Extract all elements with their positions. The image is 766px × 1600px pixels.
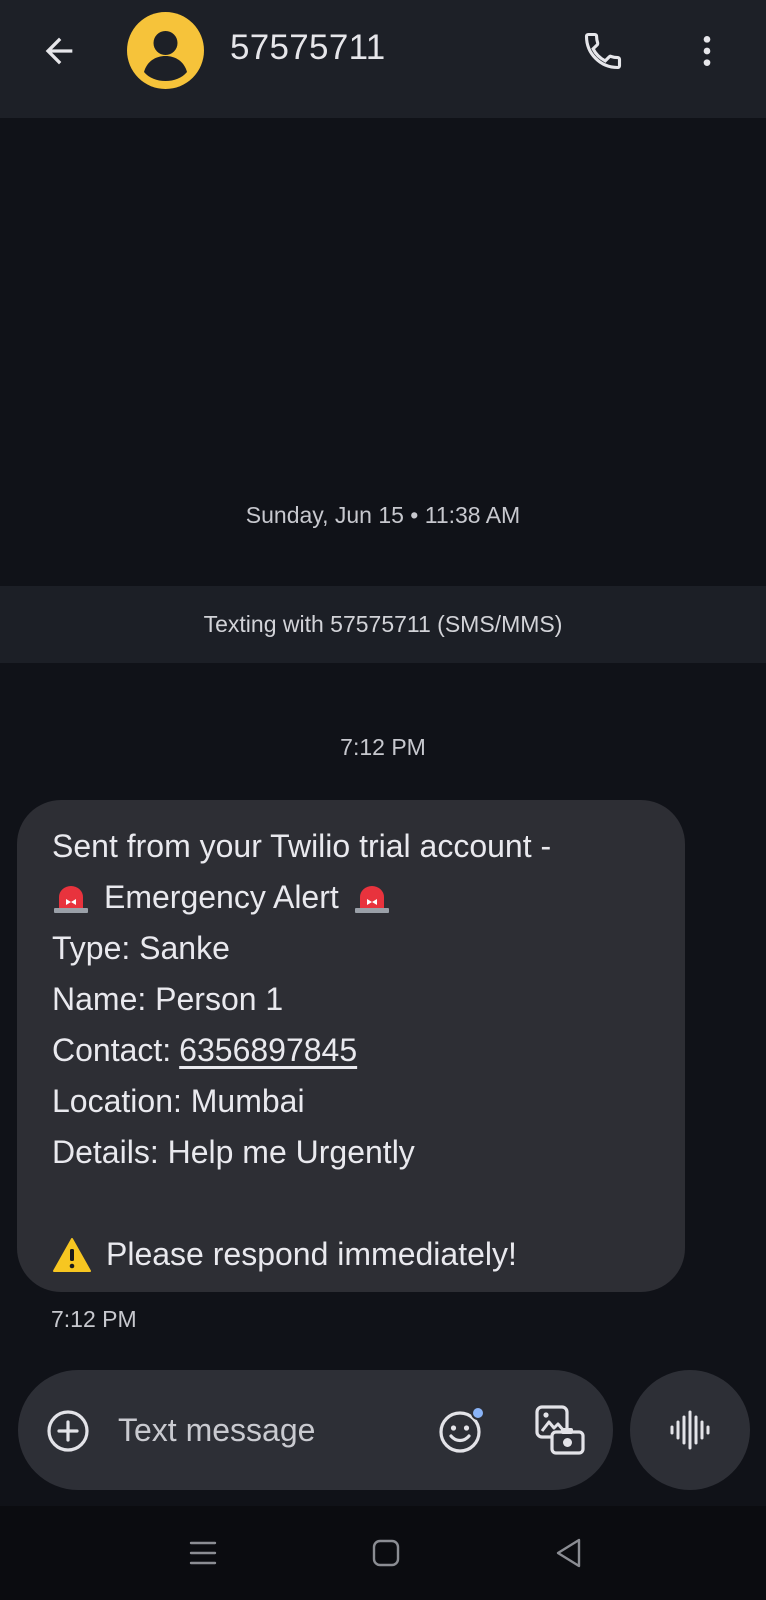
home-icon	[372, 1539, 400, 1567]
emoji-icon	[439, 1406, 485, 1453]
phone-number-link[interactable]: 6356897845	[179, 1025, 357, 1076]
time-separator: 7:12 PM	[340, 734, 426, 760]
emoji-button[interactable]	[436, 1404, 488, 1456]
message-composer	[18, 1370, 613, 1490]
message-line: Location: Mumbai	[52, 1083, 305, 1119]
top-app-bar: 57575711	[0, 0, 766, 118]
system-back-button[interactable]	[552, 1535, 586, 1571]
contact-label: Contact:	[52, 1032, 172, 1068]
messages-app: 57575711 Sunday, Jun 15 • 11:38 AM Texti…	[0, 0, 766, 1600]
texting-banner: Texting with 57575711 (SMS/MMS)	[0, 586, 766, 663]
back-triangle-icon	[556, 1538, 581, 1568]
date-separator: Sunday, Jun 15 • 11:38 AM	[245, 502, 521, 528]
back-arrow-icon	[45, 37, 73, 65]
contact-title[interactable]: 57575711	[230, 28, 386, 68]
phone-icon	[584, 32, 622, 70]
home-button[interactable]	[370, 1536, 402, 1570]
recents-icon	[189, 1541, 217, 1565]
alert-title: Emergency Alert	[104, 879, 339, 915]
siren-icon	[354, 885, 389, 913]
message-line: Name: Person 1	[52, 981, 284, 1017]
recents-button[interactable]	[186, 1536, 220, 1570]
add-circle-icon	[47, 1410, 89, 1452]
add-attachment-button[interactable]	[44, 1407, 92, 1455]
gallery-icon	[535, 1405, 585, 1455]
more-vert-icon	[703, 36, 711, 66]
system-navigation-bar	[0, 1506, 766, 1600]
gallery-button[interactable]	[532, 1402, 588, 1458]
warning-text: Please respond immediately!	[106, 1236, 517, 1272]
message-line-contact: Contact: 6356897845	[52, 1025, 651, 1076]
voice-message-button[interactable]	[630, 1370, 750, 1490]
message-line: Details: Help me Urgently	[52, 1134, 415, 1170]
more-options-button[interactable]	[682, 26, 732, 76]
avatar[interactable]	[127, 12, 204, 89]
text-message-input[interactable]	[118, 1400, 418, 1460]
texting-banner-text: Texting with 57575711 (SMS/MMS)	[203, 611, 563, 637]
message-line-alert: Emergency Alert	[52, 872, 651, 923]
message-line-warning: Please respond immediately!	[52, 1229, 651, 1280]
message-line: Sent from your Twilio trial account -	[52, 828, 552, 864]
back-button[interactable]	[34, 26, 84, 76]
warning-icon	[53, 1237, 91, 1272]
person-icon	[144, 31, 187, 81]
message-timestamp: 7:12 PM	[51, 1306, 137, 1332]
voice-waveform-icon	[670, 1410, 710, 1450]
siren-icon	[54, 885, 88, 913]
message-line: Type: Sanke	[52, 930, 230, 966]
message-bubble[interactable]: Sent from your Twilio trial account - Em…	[17, 800, 685, 1292]
call-button[interactable]	[578, 26, 628, 76]
